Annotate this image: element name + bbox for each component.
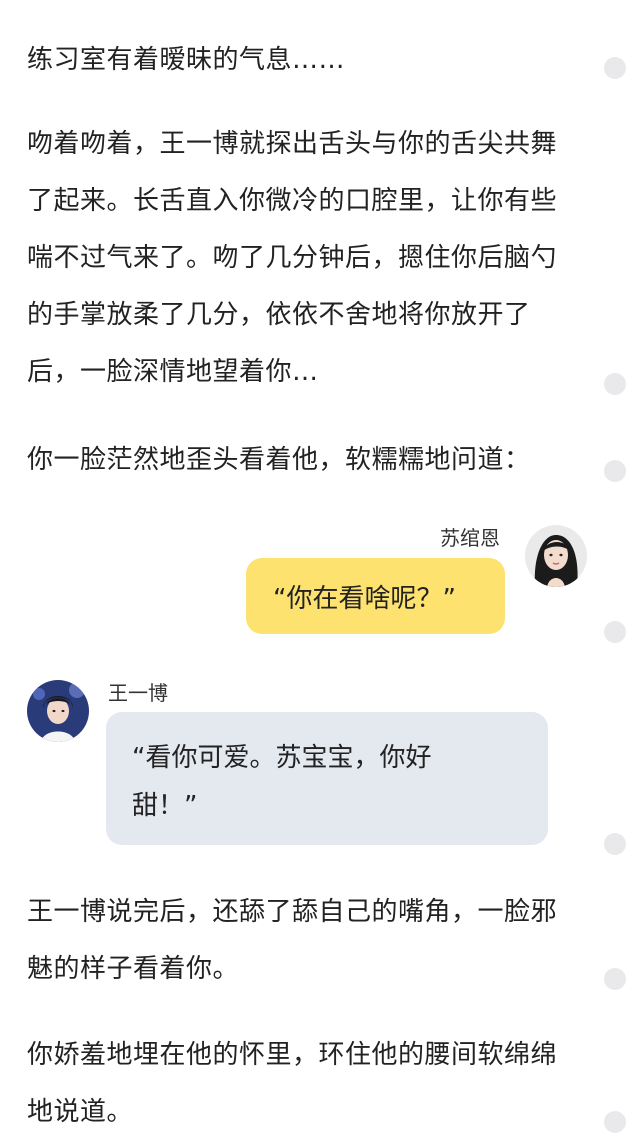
scroll-dot-5 bbox=[604, 833, 626, 855]
scroll-dot-2 bbox=[604, 373, 626, 395]
speaker-name-right: 苏绾恩 bbox=[440, 526, 500, 550]
girl-portrait-avatar bbox=[525, 525, 587, 587]
scroll-dot-7 bbox=[604, 1111, 626, 1133]
story-paragraph-2: 吻着吻着，王一博就探出舌头与你的舌尖共舞了起来。长舌直入你微冷的口腔里，让你有些… bbox=[27, 129, 558, 387]
scroll-dot-1 bbox=[604, 57, 626, 79]
chat-bubble-right: “你在看啥呢？” bbox=[246, 558, 505, 634]
story-paragraph-3: 你一脸茫然地歪头看着他，软糯糯地问道： bbox=[27, 445, 531, 475]
scroll-dot-3 bbox=[604, 460, 626, 482]
scroll-dot-4 bbox=[604, 621, 626, 643]
chat-bubble-left: “看你可爱。苏宝宝，你好甜！” bbox=[106, 712, 548, 845]
story-paragraph-1: 练习室有着暧昧的气息…… bbox=[27, 45, 346, 75]
speaker-name-left: 王一博 bbox=[108, 681, 168, 705]
story-paragraph-5: 你娇羞地埋在他的怀里，环住他的腰间软绵绵地说道。 bbox=[27, 1040, 558, 1127]
boy-portrait-avatar bbox=[27, 680, 89, 742]
story-paragraph-4: 王一博说完后，还舔了舔自己的嘴角，一脸邪魅的样子看着你。 bbox=[27, 897, 558, 984]
scroll-dot-6 bbox=[604, 968, 626, 990]
